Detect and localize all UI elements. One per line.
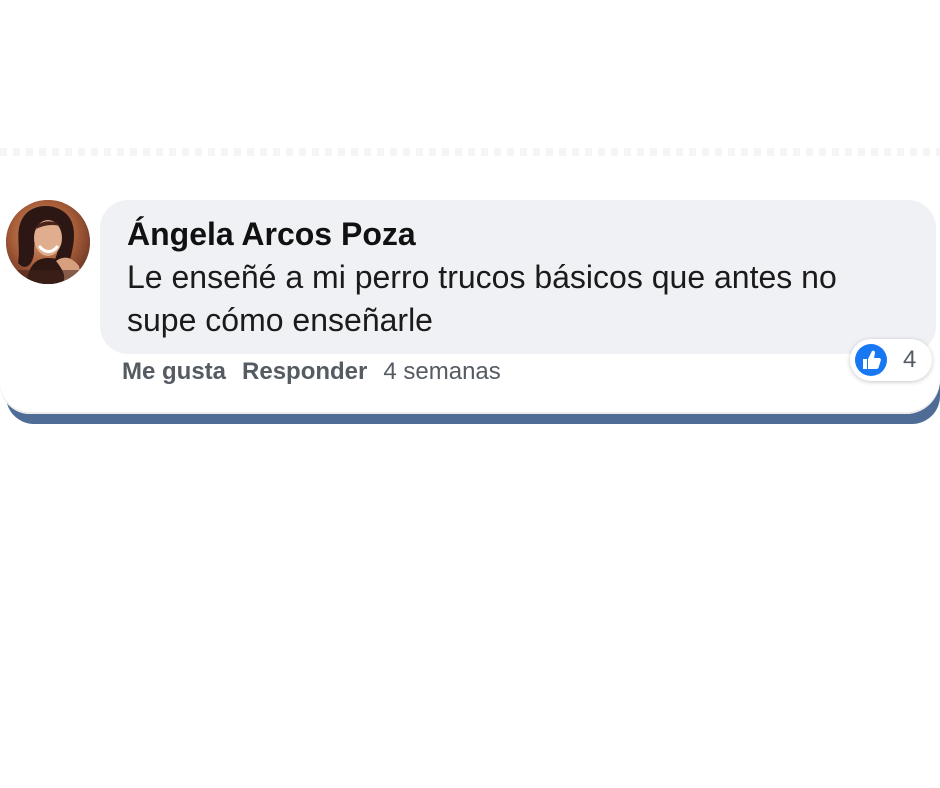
reaction-summary[interactable]: 4 [850, 339, 932, 381]
reply-button[interactable]: Responder [242, 355, 367, 389]
comment-card-body: Ángela Arcos Poza Le enseñé a mi perro t… [0, 148, 940, 414]
comment-bubble: Ángela Arcos Poza Le enseñé a mi perro t… [100, 200, 936, 354]
like-button[interactable]: Me gusta [122, 355, 226, 389]
reaction-count: 4 [903, 346, 917, 373]
author-name[interactable]: Ángela Arcos Poza [127, 214, 910, 254]
card-top-edge [0, 148, 940, 156]
timestamp[interactable]: 4 semanas [383, 355, 500, 389]
avatar[interactable] [6, 200, 90, 284]
comment-card: Ángela Arcos Poza Le enseñé a mi perro t… [0, 148, 940, 424]
comment-text: Le enseñé a mi perro trucos básicos que … [127, 259, 837, 338]
comment-actions: Me gusta Responder 4 semanas [122, 355, 501, 389]
page: Ángela Arcos Poza Le enseñé a mi perro t… [0, 0, 940, 788]
thumbs-up-icon [855, 344, 887, 376]
